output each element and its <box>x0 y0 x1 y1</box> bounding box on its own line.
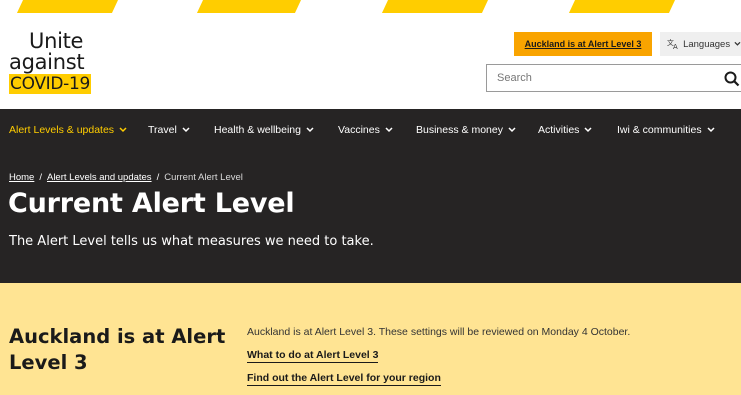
logo-line-1: Unite <box>29 29 84 53</box>
nav-item-travel[interactable]: Travel <box>148 124 190 136</box>
page-subtitle: The Alert Level tells us what measures w… <box>9 234 374 249</box>
breadcrumb-alert-levels-link[interactable]: Alert Levels and updates <box>47 172 152 183</box>
logo-line-3: COVID-19 <box>9 74 92 94</box>
nav-item-alert-levels[interactable]: Alert Levels & updates <box>9 124 127 136</box>
search-icon[interactable] <box>724 71 740 87</box>
nav-item-label: Iwi & communities <box>617 124 702 136</box>
main-navigation: Alert Levels & updates Travel Health & w… <box>0 109 741 151</box>
search-input[interactable] <box>487 65 707 91</box>
what-to-do-link[interactable]: What to do at Alert Level 3 <box>247 349 379 363</box>
nav-item-business[interactable]: Business & money <box>416 124 516 136</box>
nav-item-label: Business & money <box>416 124 503 136</box>
breadcrumb-separator: / <box>156 172 160 183</box>
chevron-down-icon <box>734 41 741 46</box>
hero-section: Home / Alert Levels and updates / Curren… <box>0 151 741 283</box>
breadcrumb: Home / Alert Levels and updates / Curren… <box>9 172 243 183</box>
nav-item-health[interactable]: Health & wellbeing <box>214 124 314 136</box>
nav-item-iwi-communities[interactable]: Iwi & communities <box>617 124 715 136</box>
translate-icon: 文 A <box>667 38 678 51</box>
top-stripe-decoration <box>0 0 741 13</box>
nav-item-label: Alert Levels & updates <box>9 124 115 136</box>
search-box <box>486 64 741 92</box>
chevron-down-icon <box>385 127 393 133</box>
chevron-down-icon <box>584 127 592 133</box>
site-logo[interactable]: Unite against COVID-19 <box>9 31 99 94</box>
breadcrumb-current: Current Alert Level <box>164 172 243 183</box>
nav-item-label: Activities <box>538 124 580 136</box>
breadcrumb-separator: / <box>39 172 42 183</box>
nav-item-vaccines[interactable]: Vaccines <box>338 124 393 136</box>
chevron-down-icon <box>119 127 127 133</box>
languages-label: Languages <box>683 38 731 50</box>
languages-button[interactable]: 文 A Languages <box>660 32 741 56</box>
alert-level-button[interactable]: Auckland is at Alert Level 3 <box>514 32 652 56</box>
chevron-down-icon <box>306 127 314 133</box>
alert-level-panel: Auckland is at Alert Level 3 Auckland is… <box>0 283 741 395</box>
logo-line-2: against <box>9 50 85 74</box>
alert-level-heading: Auckland is at Alert Level 3 <box>9 325 226 374</box>
chevron-down-icon <box>707 127 715 133</box>
nav-item-label: Health & wellbeing <box>214 124 301 136</box>
page-title: Current Alert Level <box>8 188 295 219</box>
find-region-link[interactable]: Find out the Alert Level for your region <box>247 372 441 386</box>
nav-item-label: Travel <box>148 124 177 136</box>
nav-item-label: Vaccines <box>338 124 380 136</box>
chevron-down-icon <box>182 127 190 133</box>
chevron-down-icon <box>508 127 516 133</box>
breadcrumb-home-link[interactable]: Home <box>9 172 34 183</box>
nav-item-activities[interactable]: Activities <box>538 124 592 136</box>
svg-text:A: A <box>673 43 678 51</box>
alert-level-description: Auckland is at Alert Level 3. These sett… <box>247 326 631 338</box>
